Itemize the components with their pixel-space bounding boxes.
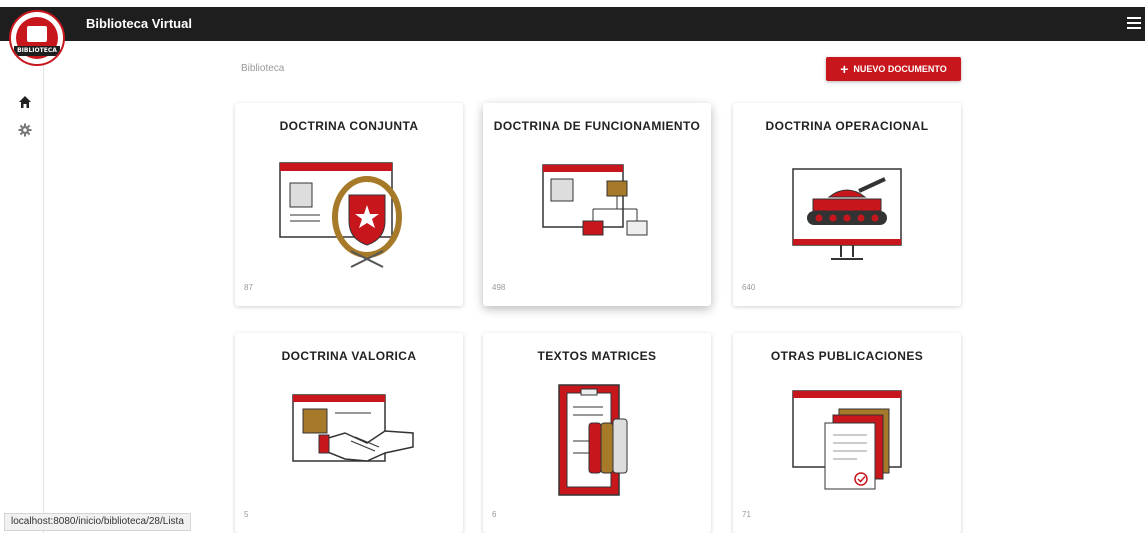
breadcrumb[interactable]: Biblioteca — [241, 63, 284, 74]
category-card[interactable]: TEXTOS MATRICES 6 — [483, 333, 711, 533]
card-title: OTRAS PUBLICACIONES — [770, 349, 924, 363]
plus-icon: + — [840, 61, 849, 77]
card-title: DOCTRINA DE FUNCIONAMIENTO — [493, 119, 701, 133]
app-header: Biblioteca Virtual — [0, 7, 1145, 41]
app-title: Biblioteca Virtual — [86, 16, 192, 31]
books-clipboard-illustration — [558, 384, 628, 496]
card-title: TEXTOS MATRICES — [537, 349, 657, 363]
document-count: 71 — [742, 510, 751, 519]
sidebar-item-home[interactable] — [18, 95, 34, 111]
library-logo[interactable]: BIBLIOTECA — [9, 10, 65, 66]
document-count: 6 — [492, 510, 497, 519]
gear-icon — [18, 123, 32, 137]
org-chart-document-illustration — [542, 164, 648, 236]
hamburger-menu-icon[interactable] — [1127, 17, 1141, 31]
category-card[interactable]: DOCTRINA OPERACIONAL 640 — [733, 103, 961, 306]
home-icon — [19, 96, 31, 108]
document-count: 640 — [742, 283, 756, 292]
new-document-button[interactable]: + NUEVO DOCUMENTO — [826, 57, 961, 81]
tank-monitor-illustration — [792, 168, 902, 260]
category-card[interactable]: DOCTRINA VALORICA 5 — [235, 333, 463, 533]
new-document-label: NUEVO DOCUMENTO — [853, 64, 947, 74]
stacked-documents-illustration — [792, 390, 902, 490]
document-count: 5 — [244, 510, 249, 519]
card-title: DOCTRINA OPERACIONAL — [765, 119, 929, 133]
sidebar-item-settings[interactable] — [18, 123, 34, 139]
card-title: DOCTRINA CONJUNTA — [279, 119, 419, 133]
document-count: 498 — [492, 283, 506, 292]
category-card[interactable]: DOCTRINA DE FUNCIONAMIENTO 498 — [483, 103, 711, 306]
category-card[interactable]: DOCTRINA CONJUNTA 87 — [235, 103, 463, 306]
sidebar — [0, 41, 44, 533]
document-count: 87 — [244, 283, 253, 292]
logo-text: BIBLIOTECA — [14, 46, 60, 56]
category-card[interactable]: OTRAS PUBLICACIONES 71 — [733, 333, 961, 533]
status-bar-url: localhost:8080/inicio/biblioteca/28/List… — [4, 513, 191, 531]
seal-document-illustration — [279, 162, 402, 268]
card-title: DOCTRINA VALORICA — [281, 349, 417, 363]
handshake-document-illustration — [292, 394, 414, 462]
